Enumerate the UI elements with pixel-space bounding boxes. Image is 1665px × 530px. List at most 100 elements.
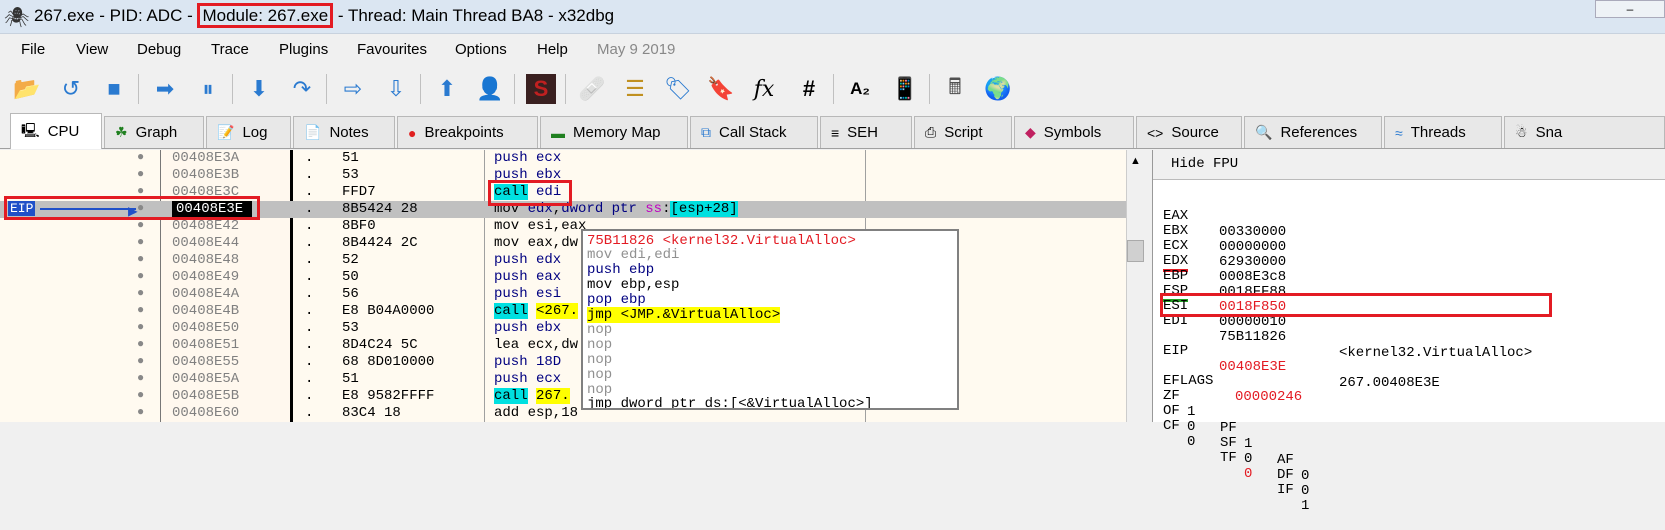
tab-references[interactable]: 🔍 References (1244, 116, 1382, 148)
breakpoint-dot[interactable]: ● (137, 337, 144, 351)
eip-highlight-box (4, 196, 260, 220)
flag-value[interactable]: 0 (1244, 466, 1252, 482)
menu-debug[interactable]: Debug (137, 41, 181, 58)
register-row-eflags[interactable]: EFLAGS 00000246 (1153, 357, 1653, 405)
disassembly-view[interactable]: ● 00408E3A . 51 push ecx ● 00408E3B . 53… (0, 150, 1145, 422)
disasm-row[interactable]: ● 00408E3A . 51 push ecx (0, 150, 1128, 167)
popup-line: nop (587, 367, 613, 383)
tab-memory-map[interactable]: ▬ Memory Map (540, 116, 688, 148)
menu-view[interactable]: View (76, 41, 108, 58)
tab-label: Script (944, 124, 983, 141)
breakpoint-dot[interactable]: ● (137, 167, 144, 181)
menu-options[interactable]: Options (455, 41, 507, 58)
hide-fpu-button[interactable]: Hide FPU (1153, 150, 1665, 180)
title-suffix: - Thread: Main Thread BA8 - x32dbg (333, 6, 615, 25)
breakpoint-dot[interactable]: ● (137, 235, 144, 249)
flag-value[interactable]: 0 (1301, 483, 1309, 499)
breakpoint-dot[interactable]: ● (137, 150, 144, 164)
bytes: 52 (342, 252, 359, 268)
register-row-eip[interactable]: EIP 00408E3E 267.00408E3E (1153, 327, 1653, 391)
patch-icon[interactable]: 🩹 (577, 74, 607, 104)
pause-icon[interactable]: ⏸ (193, 74, 223, 104)
flag-name: CF (1163, 418, 1180, 434)
register-row[interactable]: EBP 0018FF88 (1153, 252, 1653, 300)
step-over-icon[interactable]: ↷ (287, 74, 317, 104)
labels-icon[interactable]: 🏷 (663, 74, 693, 104)
tab-script[interactable]: ⎙ Script (914, 116, 1012, 148)
scroll-thumb[interactable] (1127, 240, 1144, 262)
toolbar-separator (565, 74, 566, 104)
tab-threads[interactable]: ≈ Threads (1384, 116, 1502, 148)
breakpoint-dot[interactable]: ● (137, 354, 144, 368)
trace-into-icon[interactable]: ⇨ (338, 74, 368, 104)
breakpoint-dot[interactable]: ● (137, 303, 144, 317)
menu-help[interactable]: Help (537, 41, 568, 58)
tab-snowman[interactable]: ☃ Sna (1504, 116, 1665, 148)
memory-icon: ▬ (551, 124, 565, 141)
tab-call-stack[interactable]: ⧉ Call Stack (690, 116, 818, 148)
register-row[interactable]: EAX 00330000 (1153, 192, 1653, 240)
scroll-up-icon[interactable]: ▲ (1130, 155, 1141, 167)
menu-file[interactable]: File (21, 41, 45, 58)
breakpoint-dot[interactable]: ● (137, 218, 144, 232)
breakpoint-dot[interactable]: ● (137, 371, 144, 385)
register-row[interactable]: ESP 0018F850 (1153, 267, 1653, 315)
stop-icon[interactable]: ■ (99, 74, 129, 104)
execute-till-return-icon[interactable]: ⬆ (432, 74, 462, 104)
flags-row: CF 0 TF 0 IF 1 (1163, 402, 1309, 530)
instruction: push esi (494, 286, 562, 302)
globe-icon[interactable]: 🌍 (983, 74, 1013, 104)
tab-seh[interactable]: ≡ SEH (820, 116, 912, 148)
breakpoint-dot[interactable]: ● (137, 405, 144, 419)
flag-name: AF (1277, 452, 1294, 468)
trace-over-icon[interactable]: ⇩ (381, 74, 411, 104)
breakpoint-dot[interactable]: ● (137, 269, 144, 283)
menu-favourites[interactable]: Favourites (357, 41, 427, 58)
tab-notes[interactable]: 📄 Notes (293, 116, 395, 148)
window-title: 267.exe - PID: ADC - Module: 267.exe - T… (34, 3, 615, 28)
register-row[interactable]: ECX 62930000 (1153, 222, 1653, 270)
calculator-icon[interactable]: 🖩 (940, 74, 970, 104)
disasm-scrollbar[interactable] (1126, 150, 1145, 422)
minimize-button[interactable]: – (1595, 0, 1665, 18)
tab-label: Symbols (1043, 124, 1102, 141)
scylla-icon[interactable]: S (526, 74, 556, 104)
comments-icon[interactable]: ☰ (620, 74, 650, 104)
menu-plugins[interactable]: Plugins (279, 41, 328, 58)
instruction: push ecx (494, 371, 562, 387)
flag-value[interactable]: 1 (1301, 498, 1309, 514)
flag-value[interactable]: 0 (1244, 451, 1252, 467)
hash-icon[interactable]: # (794, 74, 824, 104)
breakpoint-dot[interactable]: ● (137, 252, 144, 266)
jump-marker: . (305, 371, 314, 387)
tab-graph[interactable]: ☘ Graph (104, 116, 204, 148)
menu-trace[interactable]: Trace (211, 41, 249, 58)
register-row[interactable]: EDX 0008E3c8 (1153, 237, 1653, 285)
breakpoint-dot[interactable]: ● (137, 286, 144, 300)
instruction: mov esi,eax (494, 218, 587, 234)
tab-label: Threads (1410, 124, 1466, 141)
functions-icon[interactable]: fx (749, 74, 779, 104)
bookmarks-icon[interactable]: 🔖 (706, 74, 736, 104)
bytes: 83C4 18 (342, 405, 401, 421)
step-into-icon[interactable]: ⬇ (244, 74, 274, 104)
tab-log[interactable]: 📝 Log (206, 116, 291, 148)
run-to-user-code-icon[interactable]: 👤 (475, 74, 505, 104)
restart-icon[interactable]: ↺ (56, 74, 86, 104)
run-icon[interactable]: ➡ (150, 74, 180, 104)
tab-breakpoints[interactable]: ● Breakpoints (397, 116, 538, 148)
breakpoint-dot[interactable]: ● (137, 388, 144, 402)
toolbar-separator (232, 74, 233, 104)
font-icon[interactable]: A₂ (845, 74, 875, 104)
tab-symbols[interactable]: ◆ Symbols (1014, 116, 1134, 148)
tab-cpu[interactable]: 🖳 CPU (10, 113, 102, 149)
popup-line: jmp dword ptr ds:[<&VirtualAlloc>] (587, 396, 873, 410)
popup-line: jmp <JMP.&VirtualAlloc> (587, 307, 781, 323)
breakpoint-dot[interactable]: ● (137, 320, 144, 334)
flag-value[interactable]: 1 (1244, 436, 1252, 452)
tab-source[interactable]: <> Source (1136, 116, 1242, 148)
flag-value[interactable]: 0 (1301, 468, 1309, 484)
register-row[interactable]: EBX 00000000 (1153, 207, 1653, 255)
open-icon[interactable]: 📂 (12, 74, 42, 104)
device-icon[interactable]: 📱 (890, 74, 920, 104)
